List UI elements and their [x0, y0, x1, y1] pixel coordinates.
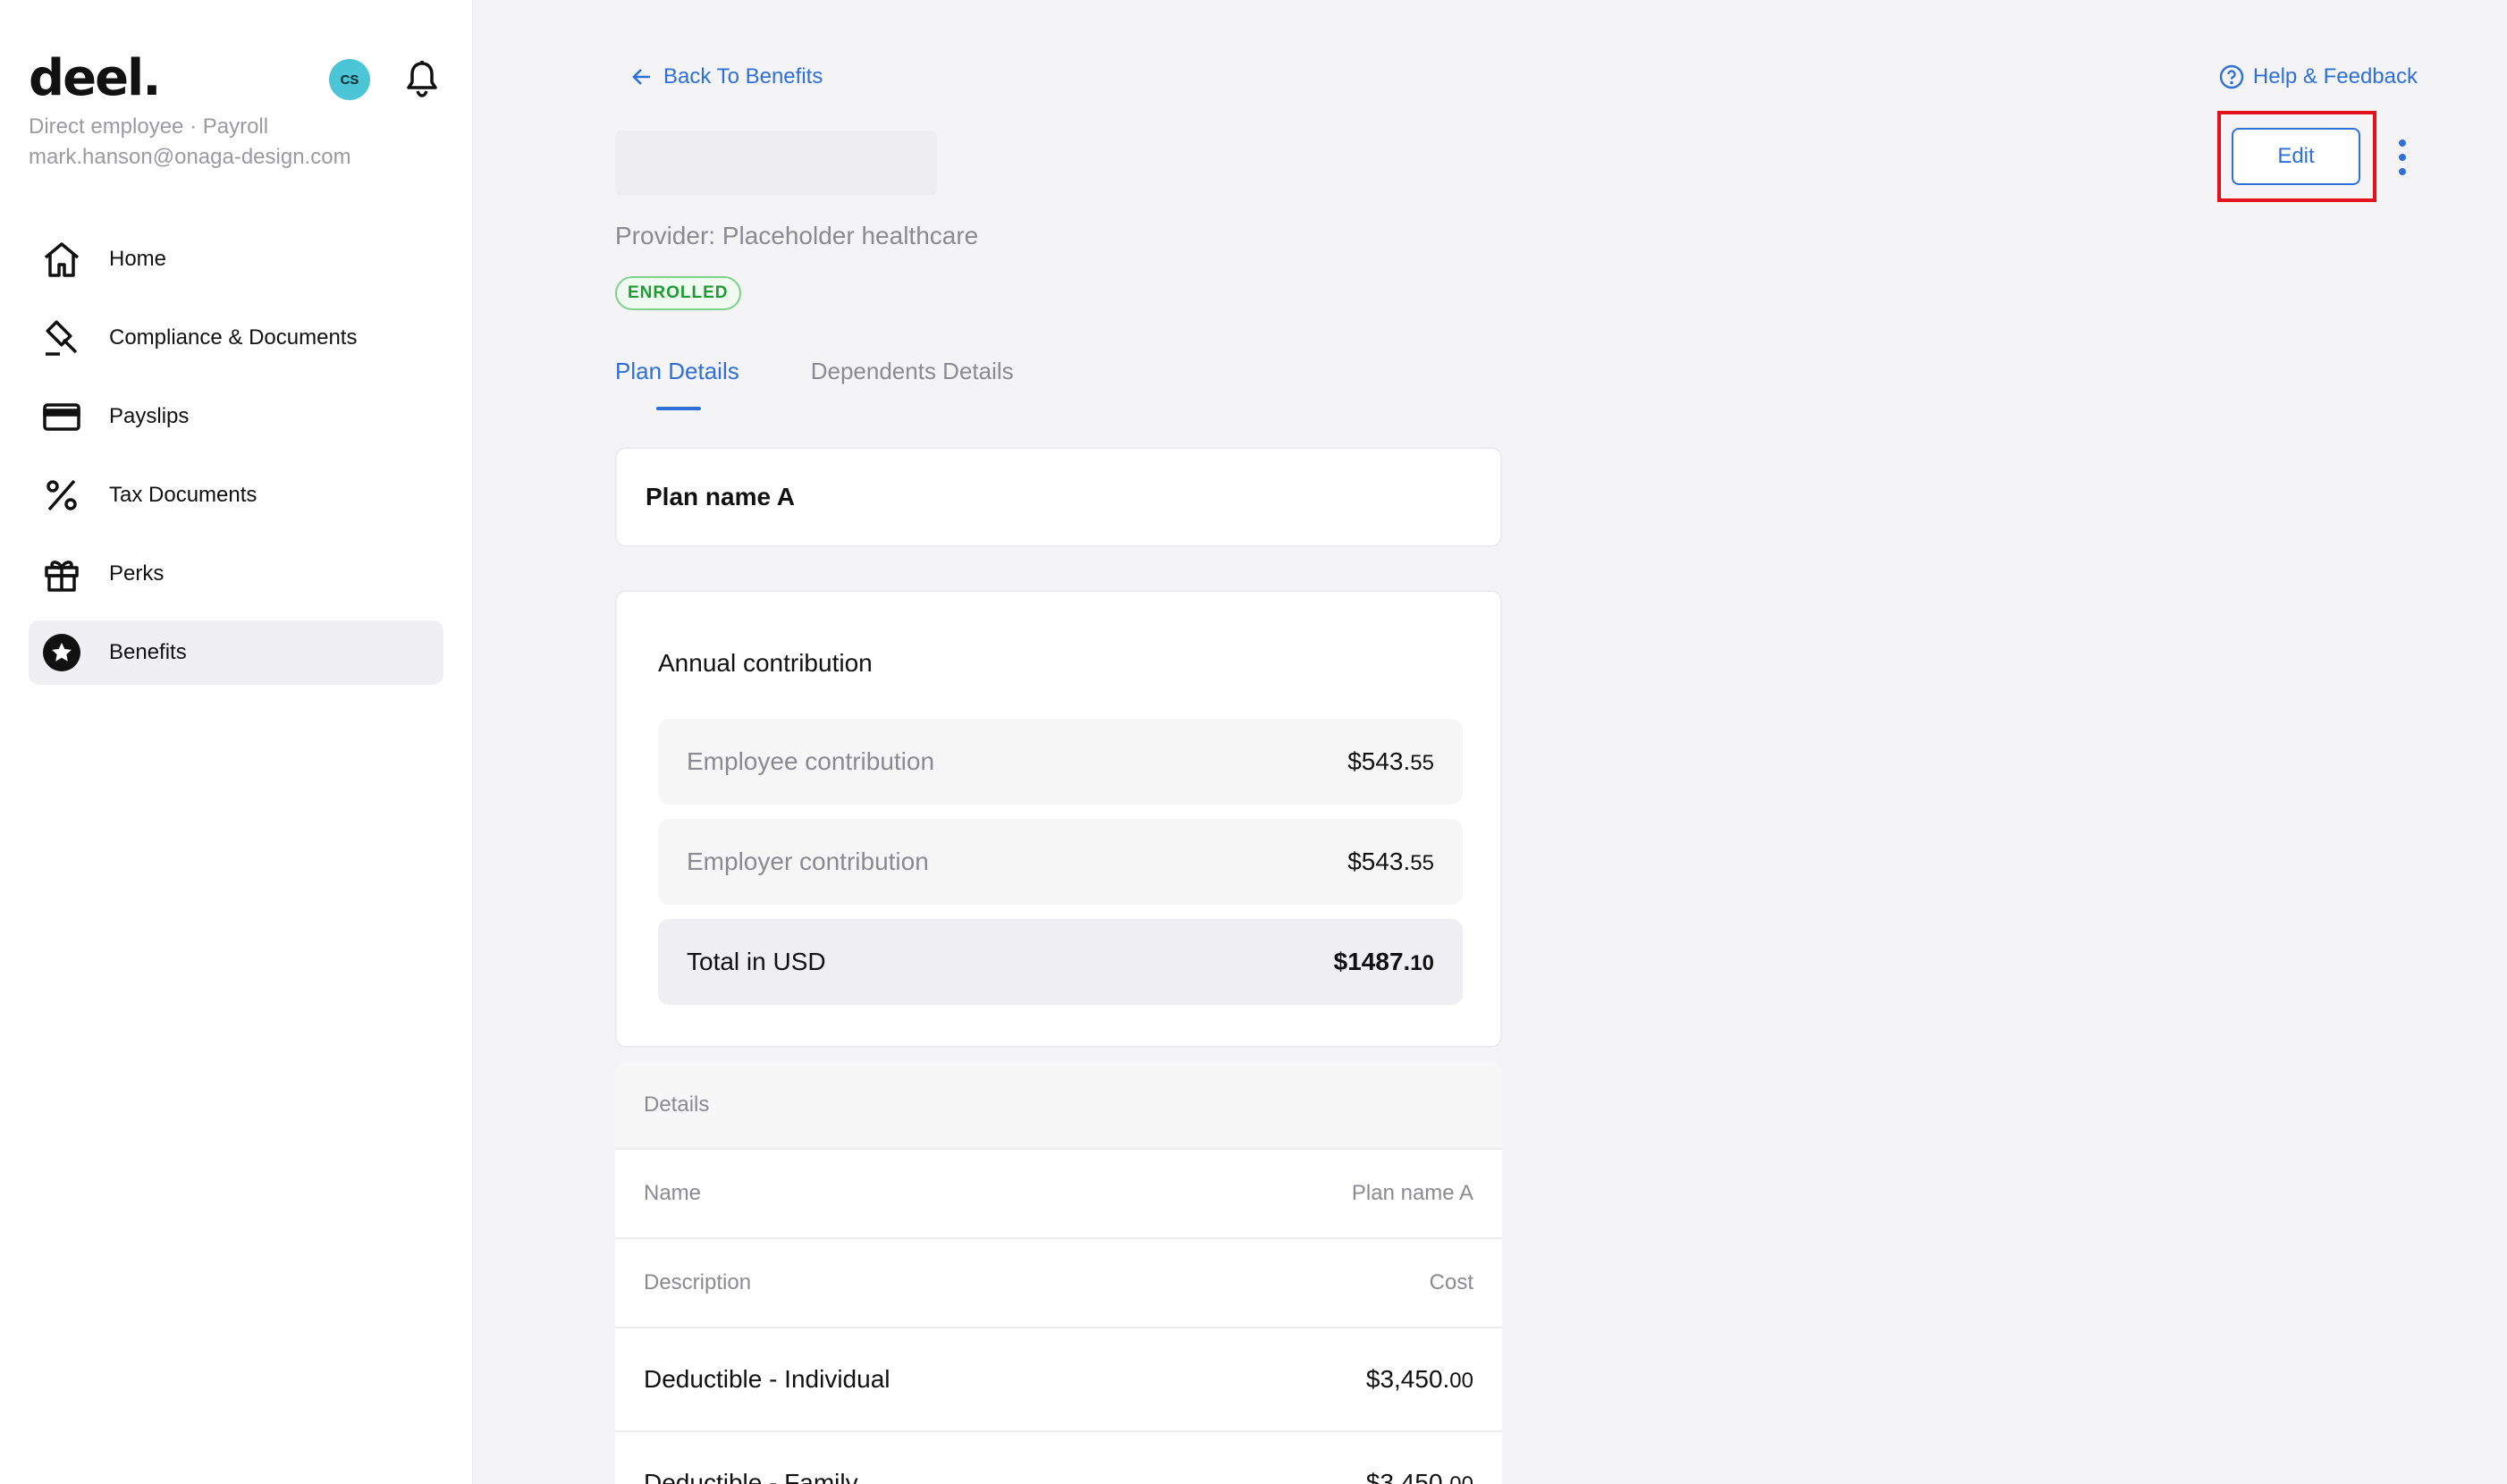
sidebar-item-home[interactable]: Home: [29, 227, 443, 291]
item-label: Deductible - Family: [644, 1469, 858, 1484]
row-value: $1487.10: [1333, 948, 1434, 975]
plan-tabs: Plan Details Dependents Details: [615, 358, 1085, 410]
table-row: Name Plan name A: [615, 1150, 1502, 1239]
provider-text: Provider: Placeholder healthcare: [615, 222, 979, 249]
row-value: $543.55: [1347, 847, 1434, 875]
employer-contribution-row: Employer contribution $543.55: [658, 819, 1463, 905]
arrow-left-icon: [632, 69, 650, 85]
gavel-icon: [41, 317, 82, 358]
help-icon: [2219, 64, 2244, 89]
row-label: Total in USD: [687, 948, 826, 975]
help-feedback-link[interactable]: Help & Feedback: [2219, 64, 2418, 89]
plan-name-card: Plan name A: [615, 447, 1502, 547]
sidebar: deel. CS Direct employee · Payroll mark.…: [0, 0, 473, 1484]
percent-icon: [41, 475, 82, 516]
plan-name: Plan name A: [646, 483, 796, 510]
item-value: $3,450.00: [1365, 1365, 1473, 1393]
employee-contribution-row: Employee contribution $543.55: [658, 719, 1463, 805]
back-link-label: Back To Benefits: [663, 64, 823, 89]
sidebar-item-label: Compliance & Documents: [109, 325, 358, 350]
total-contribution-row: Total in USD $1487.10: [658, 919, 1463, 1005]
gift-icon: [41, 553, 82, 594]
name-label: Name: [644, 1181, 702, 1205]
annual-contribution-card: Annual contribution Employee contributio…: [615, 590, 1502, 1048]
sidebar-item-payslips[interactable]: Payslips: [29, 384, 443, 449]
table-row: Deductible - Family $3,450.00: [615, 1432, 1502, 1484]
item-value: $3,450.00: [1365, 1469, 1473, 1484]
sidebar-item-benefits[interactable]: Benefits: [29, 620, 443, 685]
cost-label: Cost: [1429, 1270, 1473, 1294]
sidebar-item-label: Home: [109, 247, 167, 271]
edit-button[interactable]: Edit: [2232, 128, 2360, 185]
home-icon: [41, 239, 82, 280]
table-row: Deductible - Individual $3,450.00: [615, 1328, 1502, 1432]
sidebar-item-perks[interactable]: Perks: [29, 542, 443, 606]
contribution-title: Annual contribution: [658, 649, 873, 677]
row-value: $543.55: [1347, 747, 1434, 775]
star-icon: [41, 632, 82, 673]
back-to-benefits-link[interactable]: Back To Benefits: [631, 64, 823, 89]
plan-title-placeholder: [615, 131, 937, 195]
deel-logo[interactable]: deel.: [29, 50, 162, 107]
account-email: mark.hanson@onaga-design.com: [29, 145, 351, 169]
row-label: Employer contribution: [687, 847, 929, 875]
row-label: Employee contribution: [687, 747, 935, 775]
details-header: Details: [615, 1062, 1502, 1150]
status-badge: ENROLLED: [615, 276, 741, 310]
name-value: Plan name A: [1351, 1181, 1473, 1205]
card-icon: [41, 396, 82, 437]
more-options-icon[interactable]: [2391, 139, 2414, 175]
tab-dependents-details[interactable]: Dependents Details: [811, 358, 1014, 410]
item-label: Deductible - Individual: [644, 1365, 891, 1393]
bell-icon[interactable]: [404, 59, 440, 98]
sidebar-item-label: Tax Documents: [109, 483, 257, 507]
avatar[interactable]: CS: [329, 59, 370, 100]
sidebar-item-tax-documents[interactable]: Tax Documents: [29, 463, 443, 527]
account-type: Direct employee · Payroll: [29, 114, 269, 139]
table-row: Description Cost: [615, 1239, 1502, 1328]
details-table: Details Name Plan name A Description Cos…: [615, 1062, 1502, 1484]
help-link-label: Help & Feedback: [2252, 64, 2418, 89]
sidebar-nav: Home Compliance & Documents Payslips Tax…: [29, 227, 443, 699]
tab-plan-details[interactable]: Plan Details: [615, 358, 739, 410]
sidebar-item-compliance[interactable]: Compliance & Documents: [29, 306, 443, 370]
description-label: Description: [644, 1270, 752, 1294]
sidebar-item-label: Payslips: [109, 404, 190, 428]
sidebar-item-label: Benefits: [109, 640, 187, 664]
sidebar-item-label: Perks: [109, 561, 165, 586]
